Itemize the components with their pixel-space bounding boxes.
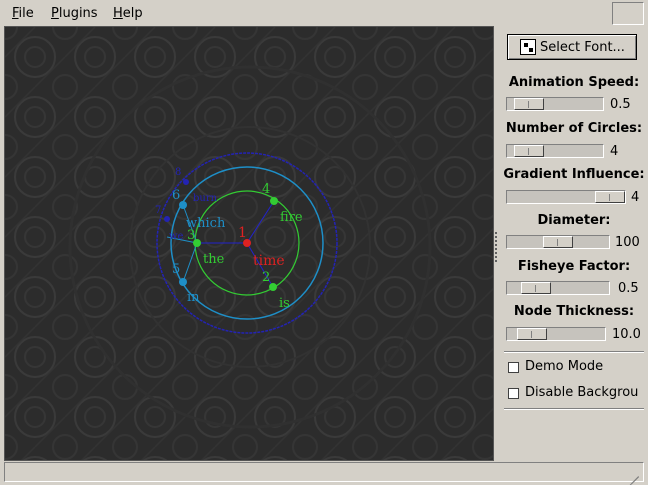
disable-background-label[interactable]: Disable Backgrou xyxy=(525,385,647,400)
font-icon xyxy=(520,39,536,55)
number-of-circles-value: 4 xyxy=(610,144,619,159)
node-4-rank: 4 xyxy=(262,182,270,197)
node-6-word: which xyxy=(186,216,226,231)
node-5-rank: 5 xyxy=(172,262,180,277)
node-8 xyxy=(183,179,189,185)
select-font-button[interactable]: Select Font... xyxy=(507,34,637,60)
number-of-circles-label: Number of Circles: xyxy=(505,121,643,136)
node-4-word: fire xyxy=(280,210,303,225)
slider-thumb[interactable] xyxy=(595,191,625,203)
gradient-influence-slider[interactable] xyxy=(506,190,626,204)
grip-dot xyxy=(495,236,497,238)
fisheye-factor-slider[interactable] xyxy=(506,281,610,295)
animation-speed-value: 0.5 xyxy=(610,97,631,112)
node-8-word: burn xyxy=(193,193,218,204)
animation-speed-label: Animation Speed: xyxy=(508,75,640,90)
gradient-influence-value: 4 xyxy=(631,190,640,205)
separator xyxy=(504,408,644,410)
status-bar xyxy=(4,462,644,485)
node-1-rank: 1 xyxy=(238,225,247,241)
menu-file[interactable]: File xyxy=(12,6,34,21)
node-thickness-label: Node Thickness: xyxy=(513,304,635,319)
node-4 xyxy=(270,197,278,205)
node-thickness-slider[interactable] xyxy=(506,327,606,341)
grip-dot xyxy=(495,252,497,254)
number-of-circles-slider[interactable] xyxy=(506,144,604,158)
node-7-rank: 7 xyxy=(155,205,161,216)
animation-speed-slider[interactable] xyxy=(506,97,604,111)
diameter-label: Diameter: xyxy=(537,213,611,228)
node-2-rank: 2 xyxy=(262,270,270,285)
separator xyxy=(504,351,644,353)
select-font-label: Select Font... xyxy=(540,39,625,55)
fisheye-factor-value: 0.5 xyxy=(618,281,639,296)
grip-dot xyxy=(495,232,497,234)
slider-thumb[interactable] xyxy=(514,98,544,110)
grip-dot xyxy=(495,256,497,258)
graph-svg: 1 time 2 is 3 the 4 fire 5 in 6 which 7 … xyxy=(5,27,493,460)
graph-canvas[interactable]: 1 time 2 is 3 the 4 fire 5 in 6 which 7 … xyxy=(4,26,494,461)
diameter-value: 100 xyxy=(615,235,640,250)
toolbar-placeholder xyxy=(612,2,644,25)
grip-dot xyxy=(495,240,497,242)
slider-thumb[interactable] xyxy=(543,236,573,248)
node-7-word: we xyxy=(169,231,184,242)
node-5-word: in xyxy=(187,290,200,305)
slider-thumb[interactable] xyxy=(517,328,547,340)
node-7 xyxy=(164,216,170,222)
grip-dot xyxy=(495,248,497,250)
grip-dot xyxy=(495,244,497,246)
grip-dot xyxy=(495,260,497,262)
node-1-word: time xyxy=(253,253,285,269)
menu-plugins[interactable]: Plugins xyxy=(51,6,98,21)
gradient-influence-label: Gradient Influence: xyxy=(503,167,645,182)
diameter-slider[interactable] xyxy=(506,235,610,249)
menu-help[interactable]: Help xyxy=(113,6,143,21)
node-2-word: is xyxy=(279,296,290,311)
resize-grip-icon[interactable] xyxy=(625,463,639,485)
node-thickness-value: 10.0 xyxy=(612,327,641,342)
node-8-rank: 8 xyxy=(175,167,181,178)
menu-bar: File Plugins Help xyxy=(0,0,648,27)
demo-mode-checkbox[interactable] xyxy=(508,362,519,373)
node-5 xyxy=(179,278,187,286)
fisheye-factor-label: Fisheye Factor: xyxy=(517,259,631,274)
control-panel: Select Font... Animation Speed: 0.5 Numb… xyxy=(500,26,648,461)
slider-thumb[interactable] xyxy=(521,282,551,294)
demo-mode-label[interactable]: Demo Mode xyxy=(525,359,647,374)
node-6-rank: 6 xyxy=(172,188,180,203)
disable-background-checkbox[interactable] xyxy=(508,388,519,399)
slider-thumb[interactable] xyxy=(514,145,544,157)
node-3-word: the xyxy=(203,252,225,267)
